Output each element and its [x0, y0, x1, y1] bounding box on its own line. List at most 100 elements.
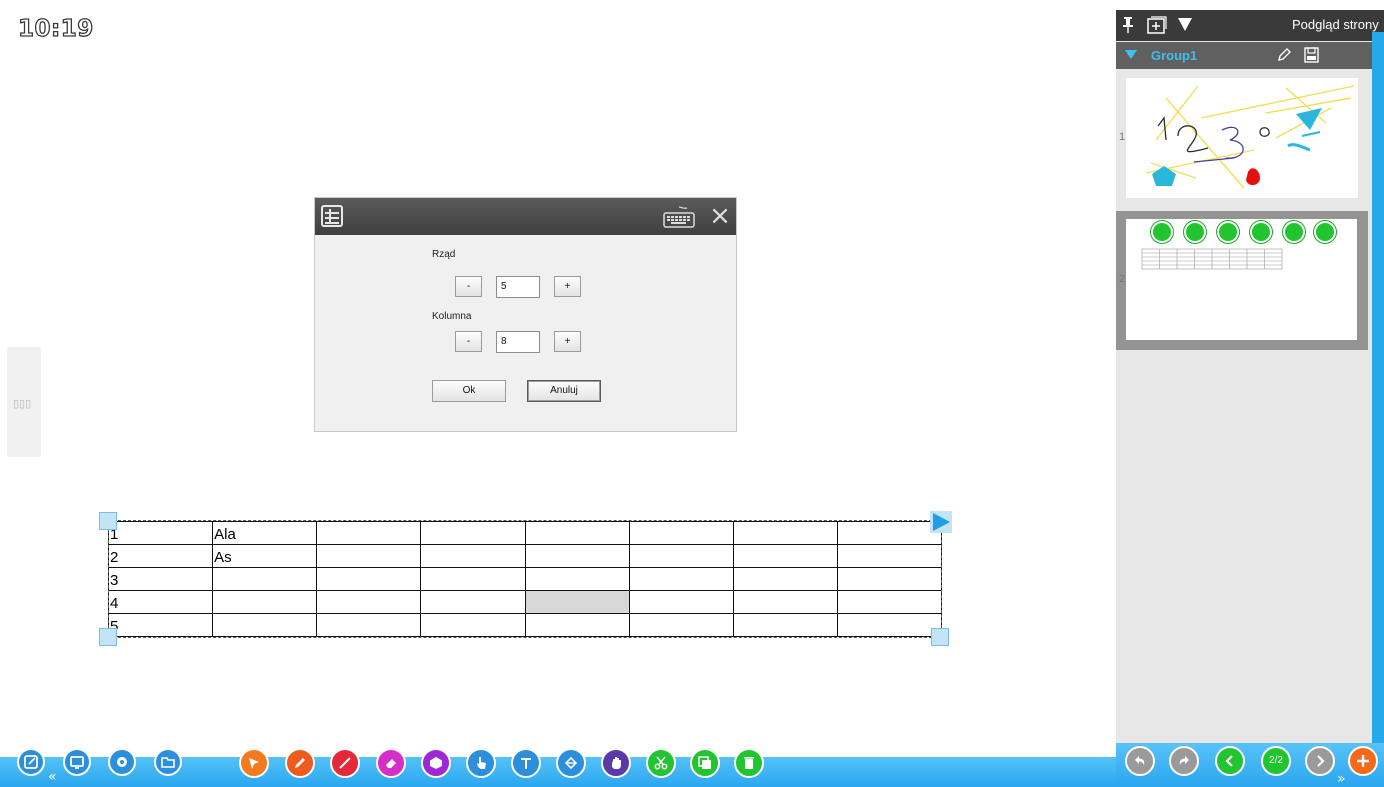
export-page-icon[interactable] — [1314, 221, 1336, 243]
side-drawer-handle[interactable]: ▯▯▯ — [7, 347, 41, 457]
table-cell[interactable]: 1 — [107, 521, 214, 545]
select-button[interactable] — [239, 748, 269, 778]
next-page-button[interactable] — [1305, 746, 1335, 776]
redo-button[interactable] — [1169, 746, 1199, 776]
folder-open-button[interactable] — [154, 748, 182, 776]
table-cell[interactable]: 4 — [107, 590, 214, 614]
table-cell[interactable] — [628, 544, 734, 568]
table-cell[interactable] — [836, 567, 943, 591]
dropdown-icon[interactable] — [1178, 18, 1192, 31]
pen-button[interactable] — [285, 748, 315, 778]
group-header[interactable]: Group1 — [1116, 42, 1372, 69]
row-increment-button[interactable]: + — [554, 276, 581, 297]
note-button[interactable] — [17, 748, 45, 776]
table-cell[interactable]: As — [212, 544, 318, 568]
table-cell[interactable] — [524, 521, 630, 545]
table-cell[interactable]: 3 — [107, 567, 214, 591]
table-cell[interactable] — [836, 544, 943, 568]
collapse-group-icon[interactable] — [1125, 50, 1137, 59]
column-increment-button[interactable]: + — [554, 331, 581, 352]
panel-scrollbar[interactable] — [1372, 42, 1384, 748]
fill-button[interactable] — [556, 748, 586, 778]
column-count-input[interactable]: 8 — [496, 331, 540, 353]
pan-hand-button[interactable] — [601, 748, 631, 778]
select-icon — [249, 758, 259, 769]
shape-button[interactable] — [421, 748, 451, 778]
pan-hand-icon — [612, 757, 621, 769]
move-up-icon[interactable] — [1217, 221, 1239, 243]
rename-pencil-icon[interactable] — [1276, 47, 1292, 63]
add-page-button[interactable] — [1348, 746, 1378, 776]
table-cell[interactable] — [316, 613, 422, 637]
table-cell[interactable] — [836, 590, 943, 614]
table-cell[interactable] — [628, 613, 734, 637]
text-button[interactable] — [511, 748, 541, 778]
prev-page-button[interactable] — [1215, 746, 1245, 776]
eraser-icon — [386, 759, 396, 768]
table-cell[interactable] — [628, 521, 734, 545]
table-cell[interactable] — [524, 567, 630, 591]
row-decrement-button[interactable]: - — [455, 276, 482, 297]
delete-button[interactable] — [734, 748, 764, 778]
resize-handle-bottom-left[interactable] — [99, 628, 117, 646]
table-cell[interactable] — [732, 590, 838, 614]
table-cell[interactable] — [316, 567, 422, 591]
undo-button[interactable] — [1125, 746, 1155, 776]
table-cell[interactable] — [420, 567, 526, 591]
table-cell[interactable] — [316, 590, 422, 614]
collapse-left-icon[interactable]: « — [48, 769, 56, 785]
move-down-icon[interactable] — [1184, 221, 1206, 243]
copy-page-icon[interactable] — [1283, 221, 1305, 243]
settings-button[interactable] — [108, 748, 136, 776]
column-decrement-button[interactable]: - — [455, 331, 482, 352]
table-cell[interactable] — [732, 567, 838, 591]
dialog-close-button[interactable]: × — [707, 202, 733, 230]
table-cell[interactable] — [732, 613, 838, 637]
ok-button[interactable]: Ok — [432, 380, 506, 402]
table-cell[interactable] — [420, 613, 526, 637]
table-cell[interactable] — [524, 590, 630, 614]
whiteboard-button[interactable] — [63, 748, 91, 776]
table-cell[interactable] — [420, 544, 526, 568]
page-thumbnail-1[interactable] — [1126, 78, 1358, 198]
table-cell[interactable] — [212, 567, 318, 591]
table-cell[interactable] — [524, 544, 630, 568]
table-cell[interactable]: Ala — [212, 521, 318, 545]
table-cell[interactable] — [732, 544, 838, 568]
add-group-icon[interactable] — [1147, 16, 1167, 34]
pointer-hand-button[interactable] — [466, 748, 496, 778]
table-cell[interactable] — [836, 613, 943, 637]
table-cell[interactable] — [524, 613, 630, 637]
cancel-button[interactable]: Anuluj — [527, 380, 601, 402]
scissors-button[interactable] — [646, 748, 676, 778]
row-count-input[interactable]: 5 — [496, 276, 540, 298]
table-cell[interactable] — [212, 613, 318, 637]
delete-page-icon[interactable] — [1250, 221, 1272, 243]
table-cell[interactable] — [316, 544, 422, 568]
keyboard-icon[interactable] — [663, 205, 695, 229]
canvas-table[interactable]: 1 Ala 2 As 3 4 5 — [107, 521, 943, 637]
dialog-titlebar[interactable]: × — [315, 198, 736, 235]
table-cell[interactable] — [420, 590, 526, 614]
resize-handle-bottom-right[interactable] — [931, 628, 949, 646]
table-cell[interactable] — [316, 521, 422, 545]
table-cell[interactable] — [732, 521, 838, 545]
pin-icon[interactable] — [1122, 16, 1134, 34]
eraser-button[interactable] — [376, 748, 406, 778]
object-menu-arrow-icon[interactable] — [930, 511, 952, 533]
table-cell[interactable] — [836, 521, 943, 545]
table-cell[interactable] — [628, 590, 734, 614]
save-icon[interactable] — [1304, 47, 1319, 63]
collapse-right-icon[interactable]: » — [1337, 771, 1345, 787]
table-cell[interactable] — [420, 521, 526, 545]
table-cell[interactable]: 5 — [107, 613, 214, 637]
table-cell[interactable]: 2 — [107, 544, 214, 568]
page-thumbnail-2[interactable] — [1126, 219, 1357, 340]
duplicate-button[interactable] — [690, 748, 720, 778]
table-row: 1 Ala — [107, 521, 943, 545]
table-cell[interactable] — [628, 567, 734, 591]
resize-handle-top-left[interactable] — [99, 512, 117, 530]
line-button[interactable] — [330, 748, 360, 778]
table-cell[interactable] — [212, 590, 318, 614]
move-page-icon[interactable] — [1151, 221, 1173, 243]
